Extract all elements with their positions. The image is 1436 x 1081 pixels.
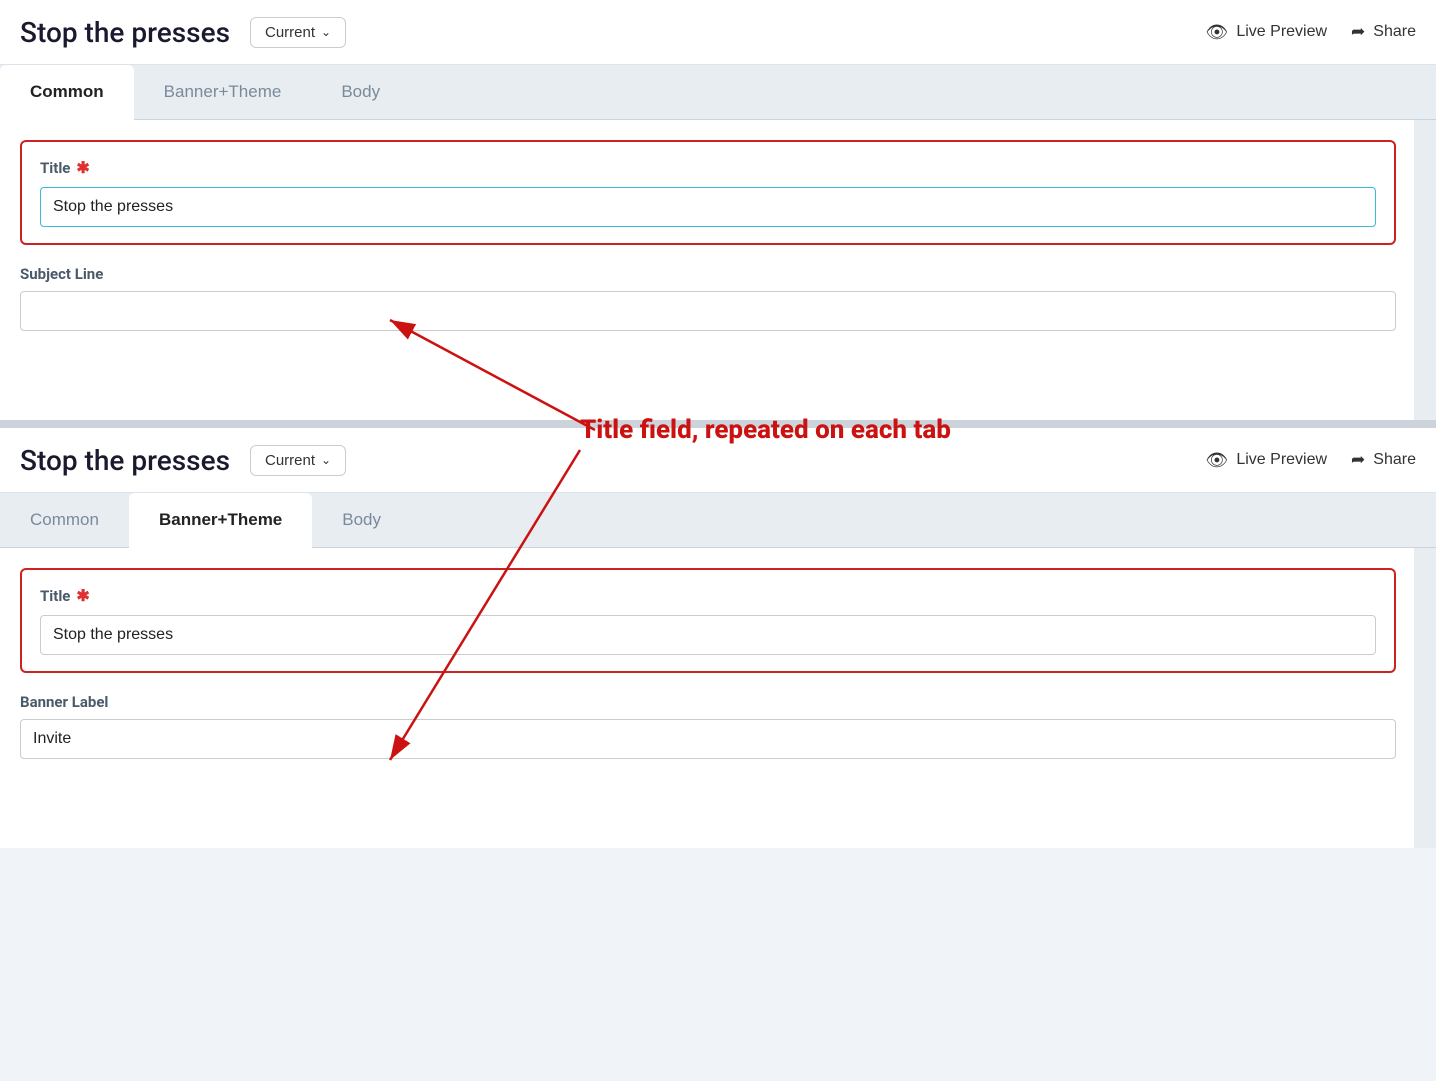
- current-dropdown-2[interactable]: Current ⌄: [250, 445, 346, 476]
- title-field-group-1: Title ✱: [20, 140, 1396, 245]
- tab-common-2[interactable]: Common: [0, 493, 129, 547]
- tab-banner-theme-2[interactable]: Banner+Theme: [129, 493, 312, 547]
- chevron-down-icon-2: ⌄: [321, 453, 331, 467]
- eye-icon-2: 👁: [1205, 450, 1228, 471]
- share-icon-1: ➦: [1351, 22, 1365, 42]
- live-preview-button-2[interactable]: 👁 Live Preview: [1205, 450, 1327, 471]
- tab-bar-1: Common Banner+Theme Body: [0, 65, 1436, 120]
- tab-bar-2: Common Banner+Theme Body: [0, 493, 1436, 548]
- panel-2: Stop the presses Current ⌄ 👁 Live Previe…: [0, 428, 1436, 848]
- banner-label-label: Banner Label: [20, 693, 1396, 711]
- share-button-2[interactable]: ➦ Share: [1351, 450, 1416, 470]
- title-input-1[interactable]: [40, 187, 1376, 227]
- page-title-2: Stop the presses: [20, 444, 230, 477]
- subject-line-label: Subject Line: [20, 265, 1396, 283]
- tab-body-2[interactable]: Body: [312, 493, 411, 547]
- title-label-2: Title ✱: [40, 586, 1376, 605]
- banner-label-field-group: Banner Label: [20, 693, 1396, 759]
- header-actions-1: 👁 Live Preview ➦ Share: [1205, 22, 1416, 43]
- required-star-2: ✱: [76, 586, 89, 605]
- eye-icon-1: 👁: [1205, 22, 1228, 43]
- share-label-2: Share: [1373, 451, 1416, 469]
- content-area-1: Title ✱ Subject Line: [0, 120, 1436, 420]
- share-label-1: Share: [1373, 23, 1416, 41]
- tab-banner-theme-1[interactable]: Banner+Theme: [134, 65, 312, 119]
- share-button-1[interactable]: ➦ Share: [1351, 22, 1416, 42]
- panel-1: Stop the presses Current ⌄ 👁 Live Previe…: [0, 0, 1436, 420]
- banner-label-input[interactable]: [20, 719, 1396, 759]
- right-side-hint-1: [1414, 120, 1436, 420]
- title-label-1: Title ✱: [40, 158, 1376, 177]
- current-dropdown-label-1: Current: [265, 24, 315, 41]
- title-input-2[interactable]: [40, 615, 1376, 655]
- title-field-group-2: Title ✱: [20, 568, 1396, 673]
- header-bar-1: Stop the presses Current ⌄ 👁 Live Previe…: [0, 0, 1436, 65]
- share-icon-2: ➦: [1351, 450, 1365, 470]
- live-preview-label-1: Live Preview: [1236, 23, 1327, 41]
- required-star-1: ✱: [76, 158, 89, 177]
- right-side-hint-2: [1414, 548, 1436, 848]
- tab-common-1[interactable]: Common: [0, 65, 134, 119]
- header-actions-2: 👁 Live Preview ➦ Share: [1205, 450, 1416, 471]
- header-bar-2: Stop the presses Current ⌄ 👁 Live Previe…: [0, 428, 1436, 493]
- current-dropdown-1[interactable]: Current ⌄: [250, 17, 346, 48]
- tab-body-1[interactable]: Body: [311, 65, 410, 119]
- content-area-2: Title ✱ Banner Label: [0, 548, 1436, 848]
- live-preview-label-2: Live Preview: [1236, 451, 1327, 469]
- page-title-1: Stop the presses: [20, 16, 230, 49]
- live-preview-button-1[interactable]: 👁 Live Preview: [1205, 22, 1327, 43]
- current-dropdown-label-2: Current: [265, 452, 315, 469]
- panel-divider: [0, 420, 1436, 428]
- subject-line-input[interactable]: [20, 291, 1396, 331]
- chevron-down-icon-1: ⌄: [321, 25, 331, 39]
- subject-line-field-group: Subject Line: [20, 265, 1396, 331]
